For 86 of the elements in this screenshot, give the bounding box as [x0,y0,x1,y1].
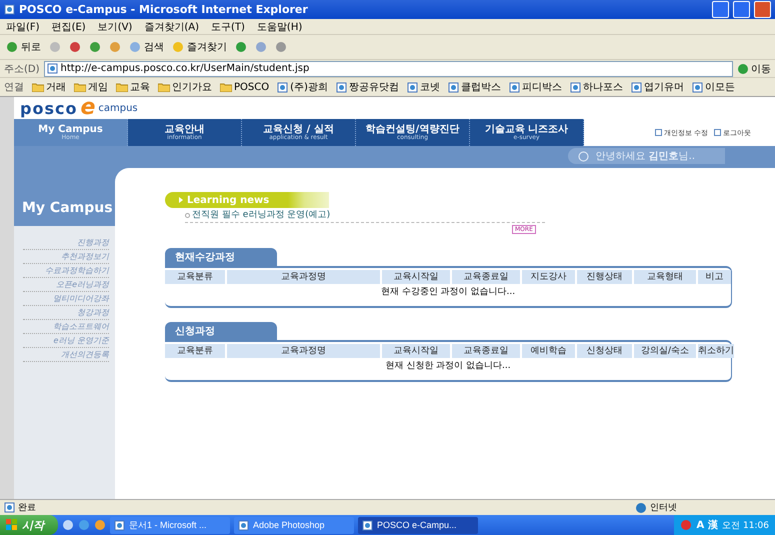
web-page-icon [336,82,347,92]
go-button[interactable]: 이동 [737,62,771,76]
web-page-icon [508,82,520,92]
link-item[interactable]: 코넷 [406,80,440,94]
web-page-icon [362,520,373,530]
link-item[interactable]: (주)광희 [277,80,328,94]
logo-letter: e [80,97,96,119]
web-page-icon [4,4,15,15]
sidebar-title: My Campus [22,200,113,216]
bullet-icon [185,212,190,218]
menu-item[interactable]: 보기(V) [98,20,132,34]
window-title: POSCO e-Campus - Microsoft Internet Explorer [19,3,309,16]
column-header: 교육분류 [165,270,225,284]
web-page-icon [630,82,642,92]
web-page-icon [238,520,249,530]
column-header: 교육시작일 [382,270,450,284]
zone-label: 인터넷 [635,501,771,514]
column-header: 신청상태 [577,344,632,358]
link-item[interactable]: 거래 [32,80,66,94]
greeting-text: 안녕하세요 김민호님.. [595,150,695,163]
column-header: 취소하기 [698,344,734,358]
column-header: 교육과정명 [227,344,380,358]
menu-item[interactable]: 도움말(H) [256,20,302,34]
web-page-icon [114,520,125,530]
logo-suffix: campus [98,102,138,114]
links-label: 연결 [4,81,24,94]
column-header: 교육시작일 [382,344,450,358]
web-page-icon [406,82,418,92]
taskbar-button[interactable]: 문서1 - Microsoft ... [110,516,230,534]
folder-icon [74,82,86,92]
column-header: 강의실/숙소 [634,344,696,358]
section-title: 신청과정 [175,325,215,338]
address-label: 주소(D) [4,62,40,76]
link-item[interactable]: 엽기유머 [630,80,684,94]
web-page-icon [570,82,581,92]
clock: 오전 11:06 [722,520,769,532]
web-page-icon [277,82,288,92]
smiley-icon [578,150,590,162]
web-page-icon [692,82,703,92]
column-header: 교육형태 [634,270,696,284]
taskbar-button[interactable]: POSCO e-Campu... [358,516,478,534]
link-item[interactable]: 짱공유닷컴 [336,80,399,94]
column-header: 교육종료일 [452,270,520,284]
maximize-button[interactable] [733,1,750,18]
back-button[interactable]: 뒤로 [6,40,41,54]
link-item[interactable]: 클럽박스 [448,80,501,94]
web-page-icon [448,82,459,92]
folder-icon [158,82,170,92]
search-button[interactable]: 검색 [129,40,164,54]
column-header: 교육종료일 [452,344,520,358]
empty-message: 현재 신청한 과정이 없습니다... [384,360,512,373]
taskbar-button[interactable]: Adobe Photoshop [234,516,354,534]
favorites-button[interactable]: 즐겨찾기 [172,40,227,54]
windows-logo-icon [6,519,18,531]
menu-item[interactable]: 편집(E) [52,20,86,34]
link-item[interactable]: 피디박스 [508,80,562,94]
folder-icon [116,82,128,92]
link-item[interactable]: 이모든 [692,80,735,94]
link-item[interactable]: 인기가요 [158,80,212,94]
column-header: 진행상태 [577,270,632,284]
section-title: 현재수강과정 [175,251,235,264]
close-button[interactable] [754,1,771,18]
menu-item[interactable]: 도구(T) [211,20,245,34]
menu-item[interactable]: 즐겨찾기(A) [144,20,199,34]
column-header: 예비학습 [522,344,575,358]
link-item[interactable]: POSCO [220,82,270,92]
column-header: 교육분류 [165,344,225,358]
news-item[interactable]: 전직원 필수 e러닝과정 운영(예고) [185,208,545,222]
folder-icon [220,82,232,92]
triangle-icon [179,197,183,203]
address-field[interactable]: http://e-campus.posco.co.kr/UserMain/student.jsp [44,60,733,76]
column-header: 지도강사 [522,270,575,284]
link-item[interactable]: 교육 [116,80,150,94]
web-page-icon [46,63,58,74]
link-item[interactable]: 하나포스 [570,80,623,94]
link-item[interactable]: 게임 [74,80,108,94]
column-header: 교육과정명 [227,270,380,284]
column-header: 비고 [698,270,731,284]
menu-item[interactable]: 파일(F) [6,20,40,34]
minimize-button[interactable] [712,1,729,18]
folder-icon [32,82,44,92]
status-text: 완료 [18,502,37,514]
news-title: Learning news [187,194,270,206]
web-page-icon [4,502,15,513]
empty-message: 현재 수강중인 과정이 없습니다... [380,286,516,299]
logo-brand: posco [20,98,78,118]
